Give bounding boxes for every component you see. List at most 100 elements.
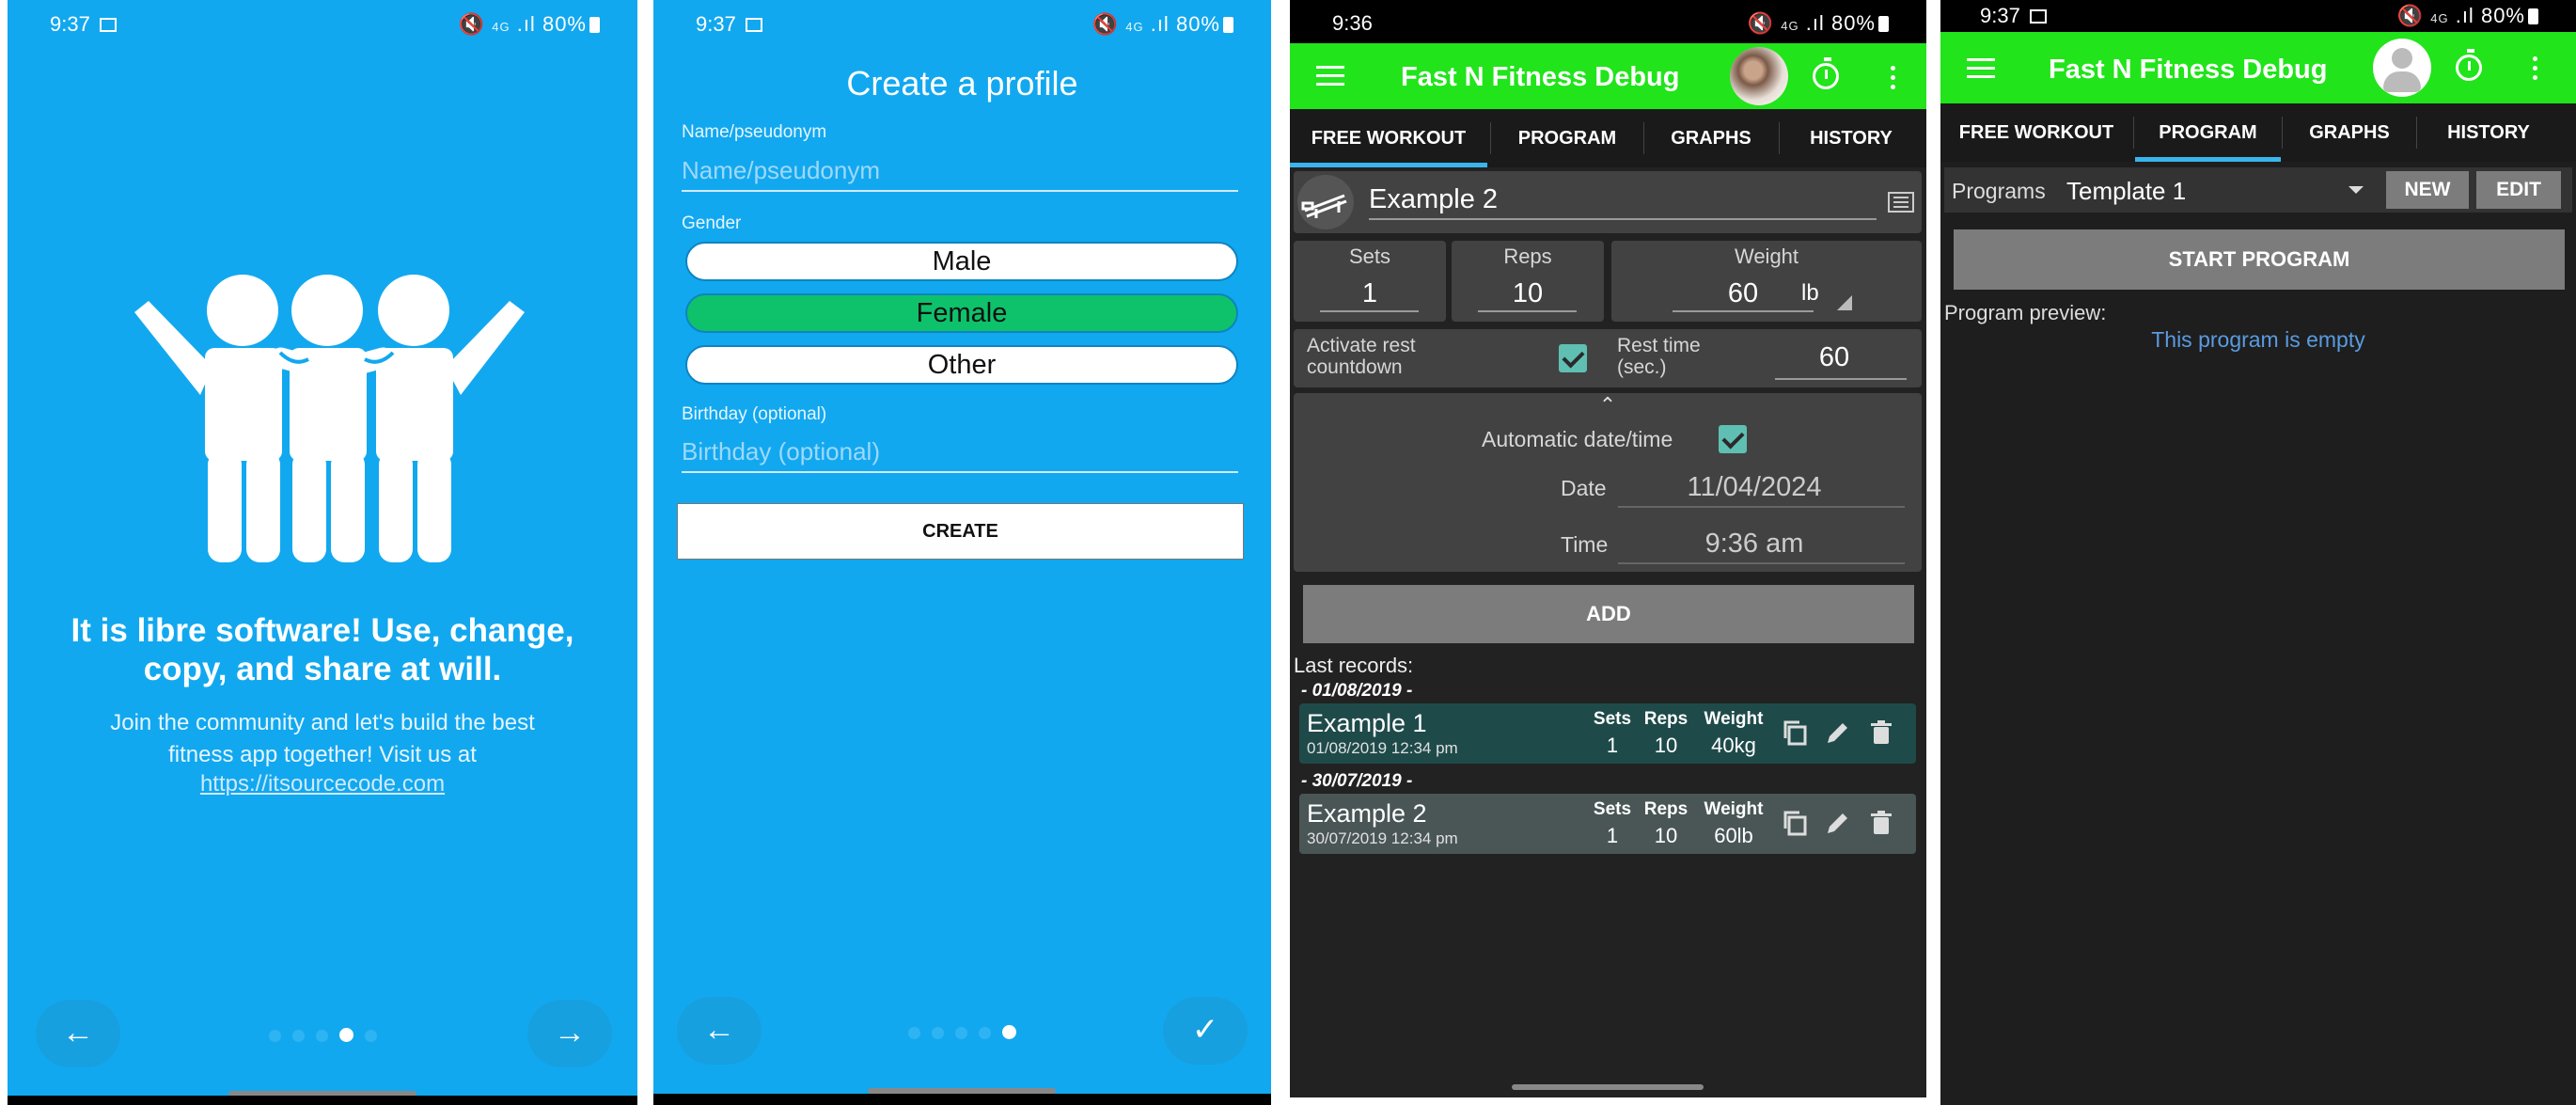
program-toolbar: Programs Template 1 NEW EDIT <box>1944 167 2572 213</box>
gender-option-male[interactable]: Male <box>685 242 1238 281</box>
program-select[interactable]: Template 1 <box>2066 177 2186 206</box>
reps-header: Reps <box>1643 799 1689 819</box>
rest-time-input[interactable]: 60 <box>1773 342 1895 373</box>
reps-header: Reps <box>1643 709 1689 729</box>
copy-icon[interactable] <box>1781 809 1809 837</box>
weight-input[interactable]: 60 <box>1668 278 1818 309</box>
rest-card: Activate rest countdown Rest time (sec.)… <box>1294 329 1922 387</box>
signal-icon: .ıl <box>2455 4 2474 27</box>
user-avatar[interactable] <box>1730 47 1788 105</box>
edit-icon[interactable] <box>1824 718 1852 747</box>
onboarding-title: It is libre software! Use, change, copy,… <box>71 612 574 687</box>
unit-select[interactable]: lb <box>1801 280 1819 307</box>
battery-level: 80% <box>1830 11 1876 35</box>
page-dot <box>315 1030 328 1042</box>
program-preview-label: Program preview: <box>1944 301 2107 324</box>
record-timestamp: 01/08/2019 12:34 pm <box>1307 739 1458 757</box>
edit-icon[interactable] <box>1824 809 1852 837</box>
copy-icon[interactable] <box>1781 718 1809 747</box>
add-button[interactable]: ADD <box>1303 585 1914 643</box>
rest-underline <box>1775 378 1907 380</box>
tab-free-workout[interactable]: FREE WORKOUT <box>1940 103 2132 162</box>
tab-divider <box>1779 122 1780 154</box>
status-right: 🔇 4G .ıl 80% <box>1748 11 1889 36</box>
timer-icon[interactable] <box>1813 57 1839 89</box>
tab-program[interactable]: PROGRAM <box>2135 103 2281 162</box>
network-icon: 4G <box>492 20 510 34</box>
date-underline <box>1618 506 1905 508</box>
network-icon: 4G <box>1781 19 1799 33</box>
website-link[interactable]: https://itsourcecode.com <box>8 771 637 797</box>
community-people-icon <box>134 275 525 562</box>
delete-icon[interactable] <box>1867 809 1895 837</box>
new-program-button[interactable]: NEW <box>2386 171 2469 209</box>
next-button[interactable]: → <box>527 1000 612 1067</box>
app-title: Fast N Fitness Debug <box>1401 62 1680 92</box>
menu-icon[interactable] <box>1316 66 1344 91</box>
tab-divider <box>1490 122 1491 154</box>
record-row[interactable]: Example 1 01/08/2019 12:34 pm Sets Reps … <box>1299 703 1916 764</box>
more-options-icon[interactable] <box>2533 56 2538 85</box>
gender-label: Gender <box>682 213 742 233</box>
delete-icon[interactable] <box>1867 718 1895 747</box>
page-dot <box>908 1027 920 1039</box>
battery-icon <box>1878 16 1889 32</box>
page-dot <box>268 1030 281 1042</box>
more-options-icon[interactable] <box>1891 66 1896 94</box>
status-bar: 9:36 🔇 4G .ıl 80% <box>1290 0 1926 43</box>
mute-icon: 🔇 <box>1092 12 1120 36</box>
menu-icon[interactable] <box>1967 58 1995 84</box>
reps-input[interactable]: 10 <box>1452 278 1604 309</box>
record-row[interactable]: Example 2 30/07/2019 12:34 pm Sets Reps … <box>1299 794 1916 854</box>
create-button[interactable]: CREATE <box>677 503 1244 560</box>
finish-button[interactable]: ✓ <box>1163 997 1248 1065</box>
tab-free-workout[interactable]: FREE WORKOUT <box>1290 109 1487 167</box>
check-icon: ✓ <box>1191 1012 1219 1048</box>
app-bar: Fast N Fitness Debug <box>1290 43 1926 109</box>
page-dot-active <box>1002 1025 1016 1039</box>
tab-bar: FREE WORKOUT PROGRAM GRAPHS HISTORY <box>1290 109 1926 167</box>
exercise-selector[interactable]: Example 2 <box>1294 171 1922 233</box>
chevron-down-icon[interactable] <box>2348 186 2364 194</box>
timer-icon[interactable] <box>2456 49 2482 81</box>
list-icon[interactable] <box>1888 192 1914 213</box>
record-weight: 60lb <box>1714 824 1753 847</box>
gallery-icon <box>745 18 762 32</box>
status-bar: 9:37 🔇 4G .ıl 80% <box>8 0 637 49</box>
tab-history[interactable]: HISTORY <box>2418 103 2559 162</box>
weight-header: Weight <box>1704 799 1764 819</box>
time-value[interactable]: 9:36 am <box>1618 529 1891 560</box>
page-dot-active <box>338 1028 353 1042</box>
birthday-input[interactable]: Birthday (optional) <box>682 432 1238 473</box>
edit-program-button[interactable]: EDIT <box>2476 171 2561 209</box>
date-value[interactable]: 11/04/2024 <box>1618 472 1891 503</box>
tab-history[interactable]: HISTORY <box>1781 109 1922 167</box>
date-label: Date <box>1561 476 1607 500</box>
sets-label: Sets <box>1348 245 1391 268</box>
collapse-icon[interactable]: ⌃ <box>1294 393 1922 418</box>
tab-graphs[interactable]: GRAPHS <box>2284 103 2415 162</box>
nav-band <box>8 1096 637 1105</box>
last-records-label: Last records: <box>1294 654 1414 677</box>
tab-divider <box>1643 122 1644 154</box>
start-program-button[interactable]: START PROGRAM <box>1954 229 2565 290</box>
name-input[interactable]: Name/pseudonym <box>682 150 1238 192</box>
birthday-label: Birthday (optional) <box>682 404 827 424</box>
record-name: Example 2 <box>1307 799 1427 828</box>
gender-option-other[interactable]: Other <box>685 345 1238 385</box>
sets-input[interactable]: 1 <box>1294 278 1446 309</box>
auto-datetime-checkbox[interactable] <box>1719 425 1747 453</box>
record-reps: 10 <box>1654 824 1678 847</box>
gender-option-female[interactable]: Female <box>685 293 1238 333</box>
battery-icon <box>589 17 600 33</box>
rest-time-label: Rest time (sec.) <box>1617 335 1701 378</box>
user-avatar[interactable] <box>2373 39 2431 97</box>
home-indicator <box>1512 1084 1704 1090</box>
tab-program[interactable]: PROGRAM <box>1492 109 1642 167</box>
mute-icon: 🔇 <box>1747 11 1775 35</box>
record-sets: 1 <box>1606 734 1619 757</box>
rest-countdown-checkbox[interactable] <box>1559 344 1587 372</box>
tab-graphs[interactable]: GRAPHS <box>1645 109 1777 167</box>
network-icon: 4G <box>2430 11 2449 25</box>
reps-card: Reps 10 <box>1452 241 1604 322</box>
